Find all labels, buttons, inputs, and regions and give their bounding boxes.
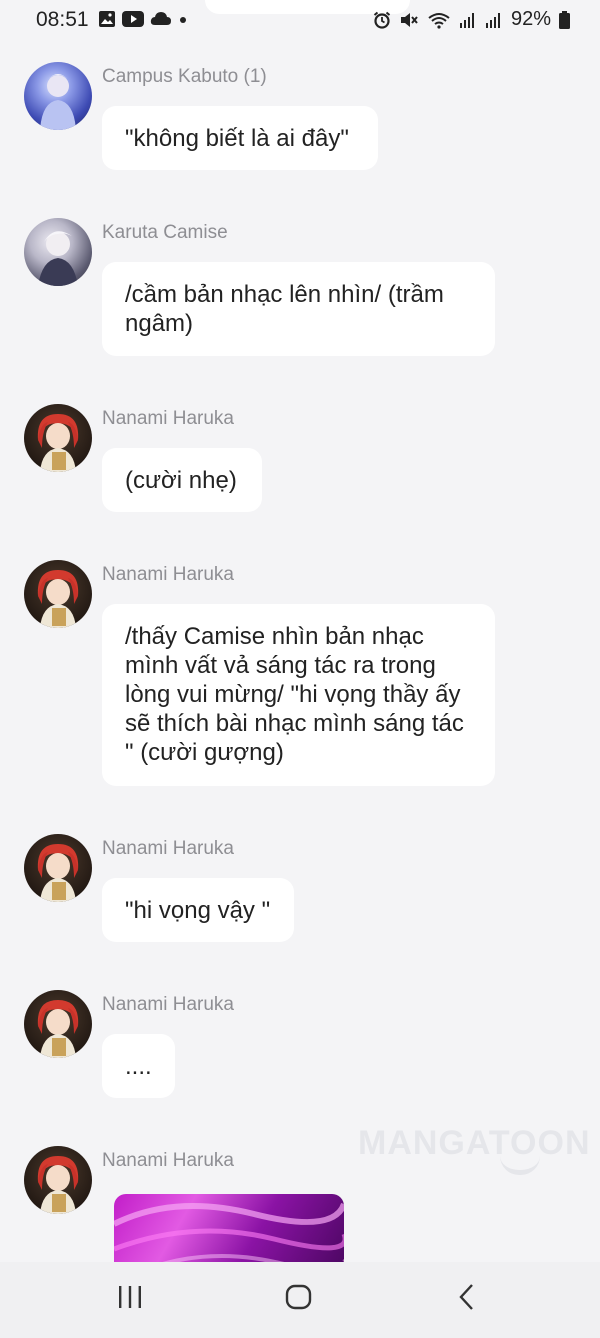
sender-name: Nanami Haruka: [102, 564, 234, 585]
message-bubble[interactable]: ....: [102, 1034, 175, 1098]
sender-name: Karuta Camise: [102, 222, 228, 243]
message-bubble[interactable]: "không biết là ai đây": [102, 106, 378, 170]
back-icon: [459, 1284, 473, 1310]
watermark: MANGATOON: [358, 1124, 591, 1162]
watermark-smile-icon: [500, 1156, 540, 1175]
gallery-icon: [99, 11, 115, 27]
home-button[interactable]: [284, 1282, 314, 1317]
recents-icon: [119, 1286, 141, 1308]
status-bar: 08:51 92%: [0, 0, 600, 40]
navigation-bar: [0, 1262, 600, 1338]
sender-name: Nanami Haruka: [102, 1150, 234, 1171]
avatar[interactable]: [24, 404, 92, 472]
message-bubble[interactable]: /cầm bản nhạc lên nhìn/ (trầm ngâm): [102, 262, 495, 356]
dot-icon: [180, 17, 186, 23]
youtube-icon: [122, 11, 144, 27]
message-bubble[interactable]: /thấy Camise nhìn bản nhạc mình vất vả s…: [102, 604, 495, 786]
cloud-icon: [150, 12, 171, 25]
back-button[interactable]: [456, 1282, 478, 1317]
recents-button[interactable]: [117, 1282, 143, 1317]
message-bubble[interactable]: (cười nhẹ): [102, 448, 262, 512]
mute-icon: [400, 12, 418, 27]
message-bubble[interactable]: "hi vọng vậy ": [102, 878, 294, 942]
home-icon: [285, 1284, 312, 1310]
avatar[interactable]: [24, 990, 92, 1058]
signal-icon: [459, 12, 474, 28]
alarm-icon: [373, 11, 391, 29]
notification-icons: [98, 10, 188, 28]
battery-percent: 92%: [510, 8, 551, 30]
battery-icon: [559, 10, 570, 29]
sender-name: Campus Kabuto (1): [102, 66, 267, 87]
avatar[interactable]: [24, 218, 92, 286]
system-icons: 92%: [373, 8, 570, 31]
sender-name: Nanami Haruka: [102, 838, 234, 859]
sender-name: Nanami Haruka: [102, 994, 234, 1015]
wifi-icon: [428, 12, 450, 29]
avatar[interactable]: [24, 62, 92, 130]
sender-name: Nanami Haruka: [102, 408, 234, 429]
avatar[interactable]: [24, 560, 92, 628]
signal-icon: [485, 12, 500, 28]
status-time: 08:51: [36, 8, 89, 31]
avatar[interactable]: [24, 1146, 92, 1214]
avatar[interactable]: [24, 834, 92, 902]
